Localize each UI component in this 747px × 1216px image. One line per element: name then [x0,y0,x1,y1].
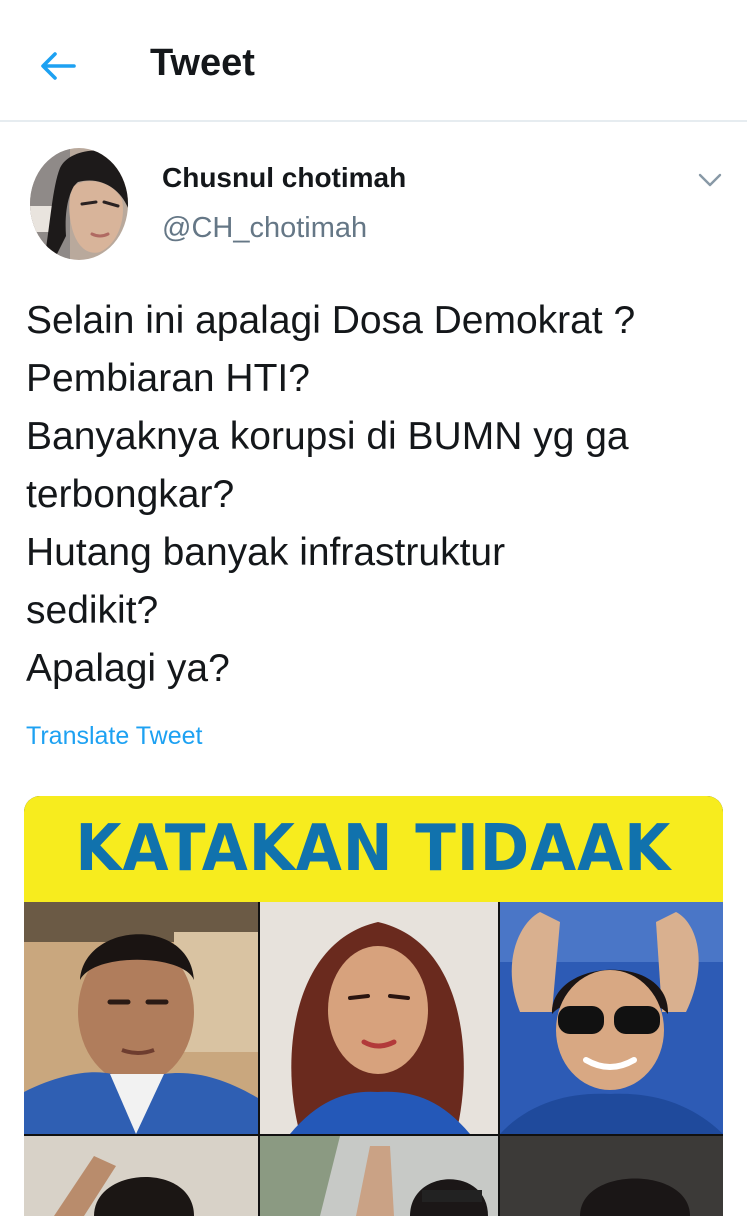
avatar[interactable] [30,148,128,260]
tweet-line: terbongkar? [26,473,235,516]
media-photo-man-saluting [24,1136,258,1216]
tweet-line: Pembiaran HTI? [26,357,310,400]
tweet-menu-button[interactable] [690,164,730,196]
chevron-down-icon [698,173,722,187]
tweet-text: Selain ini apalagi Dosa Demokrat ? Pembi… [26,292,726,698]
media-banner-text: KATAKAN TIDAAK [75,812,672,886]
top-app-bar: Tweet [0,0,747,122]
media-photo-man-2 [500,1136,723,1216]
page-title: Tweet [150,42,255,84]
media-photo-woman-sunglasses [500,902,723,1134]
media-photo-group [260,1136,498,1216]
tweet-line: Banyaknya korupsi di BUMN yg ga [26,415,629,458]
author-display-name[interactable]: Chusnul chotimah [162,162,406,194]
back-button[interactable] [36,44,80,88]
media-banner: KATAKAN TIDAAK [24,796,723,902]
tweet-line: Hutang banyak infrastruktur [26,531,506,574]
tweet-line: sedikit? [26,589,159,632]
tweet-media-image[interactable]: KATAKAN TIDAAK [24,796,723,1216]
tweet-line: Selain ini apalagi Dosa Demokrat ? [26,299,636,342]
media-photo-man [24,902,258,1134]
tweet-line: Apalagi ya? [26,647,230,690]
arrow-left-icon [41,52,76,80]
media-photo-woman [260,902,498,1134]
author-handle[interactable]: @CH_chotimah [162,212,367,245]
translate-tweet-link[interactable]: Translate Tweet [26,722,202,751]
